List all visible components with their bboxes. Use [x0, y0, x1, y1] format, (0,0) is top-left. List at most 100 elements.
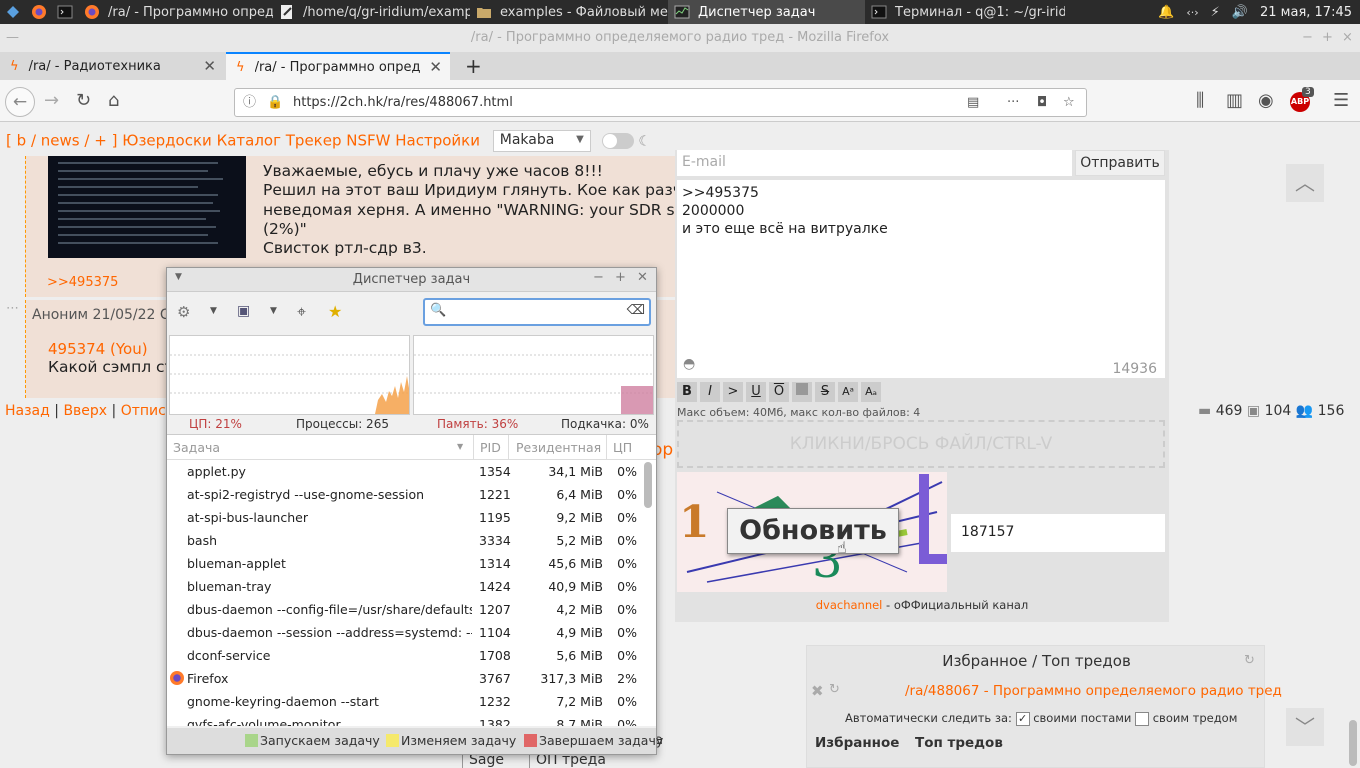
close-tab-icon[interactable]: ✕	[429, 58, 442, 76]
notification-icon[interactable]: 🔔	[1158, 5, 1174, 20]
col-pid[interactable]: PID	[480, 440, 501, 455]
underline-button[interactable]: U	[746, 382, 766, 402]
table-row[interactable]: blueman-tray 1424 40,9 MiB 0%	[167, 575, 640, 598]
table-row[interactable]: dbus-daemon --session --address=systemd:…	[167, 621, 640, 644]
chevron-down-icon[interactable]: ▼	[270, 306, 277, 316]
table-row[interactable]: dconf-service 1708 5,6 MiB 0%	[167, 644, 640, 667]
window-menu-icon[interactable]: —	[6, 24, 19, 52]
table-row[interactable]: at-spi-bus-launcher 1195 9,2 MiB 0%	[167, 506, 640, 529]
info-icon[interactable]: ⓘ	[243, 89, 256, 116]
panel-task-filemanager[interactable]: examples - Файловый мен...	[470, 0, 668, 24]
post-number-link[interactable]: 495374 (You)	[48, 340, 148, 358]
panel-task-terminal[interactable]: Терминал - q@1: ~/gr-iridium	[865, 0, 1065, 24]
clear-search-icon[interactable]: ⌫	[627, 303, 645, 318]
quote-button[interactable]: >	[723, 382, 743, 402]
reply-link-495375[interactable]: >>495375	[47, 275, 118, 290]
sticker-icon[interactable]: ◓	[683, 355, 695, 373]
tm-close-button[interactable]: ✕	[637, 270, 648, 285]
sidebar-icon[interactable]: ▥	[1226, 90, 1243, 111]
bold-button[interactable]: B	[677, 382, 697, 402]
own-posts-checkbox[interactable]: ✓	[1015, 711, 1030, 726]
star-icon[interactable]: ★	[328, 302, 342, 321]
power-icon[interactable]: ⚡	[1211, 5, 1220, 20]
back-link[interactable]: Назад	[5, 403, 50, 419]
panel-task-firefox[interactable]: /ra/ - Программно определ...	[78, 0, 273, 24]
page-actions-icon[interactable]: ···	[1007, 89, 1019, 116]
clock[interactable]: 21 мая, 17:45	[1260, 5, 1352, 20]
own-thread-checkbox[interactable]	[1135, 711, 1150, 726]
crosshair-icon[interactable]: ⌖	[297, 302, 306, 322]
message-textarea[interactable]: >>495375 2000000 и это еще всё на витруа…	[677, 180, 1165, 378]
tab-favorites[interactable]: Избранное	[815, 735, 899, 751]
nav-link-news[interactable]: news	[41, 132, 80, 150]
col-rss[interactable]: Резидентная	[516, 440, 601, 455]
reload-icon[interactable]: ↻	[829, 682, 840, 697]
up-link[interactable]: Вверх	[63, 403, 107, 419]
panel-task-taskmanager[interactable]: Диспетчер задач	[668, 0, 865, 24]
email-field[interactable]: E-mail	[677, 150, 1072, 176]
menu-icon[interactable]: ☰	[1333, 90, 1349, 111]
page-scrollbar[interactable]	[1349, 720, 1357, 766]
nav-link-userboards[interactable]: Юзердоски	[122, 132, 212, 150]
italic-button[interactable]: I	[700, 382, 720, 402]
table-row[interactable]: applet.py 1354 34,1 MiB 0%	[167, 460, 640, 483]
scroll-up-button[interactable]: ︿	[1286, 164, 1324, 202]
firefox-launcher-icon[interactable]	[26, 0, 52, 24]
tm-search-input[interactable]: 🔍 ⌫	[423, 298, 651, 326]
col-cpu[interactable]: ЦП	[613, 440, 632, 455]
whisker-menu-icon[interactable]	[0, 0, 26, 24]
col-task[interactable]: Задача	[173, 440, 220, 455]
file-drop-zone[interactable]: КЛИКНИ/БРОСЬ ФАЙЛ/CTRL-V	[677, 420, 1165, 468]
panel-task-editor[interactable]: /home/q/gr-iridium/exampl...	[273, 0, 470, 24]
table-row[interactable]: dbus-daemon --config-file=/usr/share/def…	[167, 598, 640, 621]
post-menu-icon[interactable]: ⋯	[6, 301, 19, 316]
tab-sdr-thread[interactable]: ϟ /ra/ - Программно определя ✕	[226, 52, 450, 80]
nav-link-nsfw[interactable]: NSFW	[346, 132, 390, 150]
table-row[interactable]: gnome-keyring-daemon --start 1232 7,2 MiB 0…	[167, 690, 640, 713]
table-scrollbar[interactable]	[644, 462, 652, 508]
new-tab-button[interactable]: +	[455, 52, 492, 80]
table-row[interactable]: at-spi2-registryd --use-gnome-session 122…	[167, 483, 640, 506]
subscript-button[interactable]: Aₐ	[861, 382, 881, 402]
nav-link-tracker[interactable]: Трекер	[286, 132, 342, 150]
nav-link-settings[interactable]: Настройки	[395, 132, 480, 150]
strike-button[interactable]: S	[815, 382, 835, 402]
volume-icon[interactable]: 🔊	[1232, 5, 1248, 20]
maximize-button[interactable]: +	[1322, 24, 1333, 52]
account-icon[interactable]: ◉	[1258, 90, 1274, 111]
post-image-thumbnail[interactable]	[48, 156, 246, 258]
home-button[interactable]: ⌂	[108, 90, 119, 111]
nav-link-plus[interactable]: +	[94, 132, 107, 150]
favorite-thread-link[interactable]: /ra/488067 - Программно определяемого ра…	[905, 683, 1282, 699]
chevron-down-icon[interactable]: ▼	[210, 306, 217, 316]
reader-view-icon[interactable]: ▤	[967, 89, 979, 116]
forward-button[interactable]: →	[44, 90, 59, 111]
settings-icon[interactable]: ⚙	[177, 303, 190, 321]
table-row[interactable]: gvfs-afc-volume-monitor 1382 8,7 MiB 0%	[167, 713, 640, 726]
close-window-button[interactable]: ×	[1342, 24, 1353, 52]
nav-link-b[interactable]: b	[17, 132, 27, 150]
spoiler-button[interactable]	[792, 382, 812, 402]
overline-button[interactable]: O	[769, 382, 789, 402]
reload-button[interactable]: ↻	[76, 90, 91, 111]
send-button[interactable]: Отправить	[1075, 150, 1165, 176]
pocket-icon[interactable]: ◘	[1037, 89, 1047, 116]
close-tab-icon[interactable]: ✕	[203, 57, 216, 75]
dark-mode-toggle[interactable]	[601, 133, 634, 149]
remove-icon[interactable]: ✖	[811, 682, 824, 700]
bookmark-star-icon[interactable]: ☆	[1063, 89, 1075, 116]
refresh-icon[interactable]: ↻	[1244, 653, 1255, 668]
terminal-launcher-icon[interactable]	[52, 0, 78, 24]
view-icon[interactable]: ▣	[237, 303, 250, 319]
superscript-button[interactable]: Aᵃ	[838, 382, 858, 402]
url-bar[interactable]: ⓘ 🔒 https://2ch.hk/ra/res/488067.html ▤ …	[234, 88, 1087, 117]
table-row[interactable]: bash 3334 5,2 MiB 0%	[167, 529, 640, 552]
scroll-down-button[interactable]: ﹀	[1286, 708, 1324, 746]
tab-top-threads[interactable]: Топ тредов	[915, 735, 1003, 751]
tm-maximize-button[interactable]: +	[615, 270, 626, 285]
network-icon[interactable]: ‹·›	[1186, 6, 1198, 19]
back-button[interactable]: ←	[5, 87, 35, 117]
nav-link-catalog[interactable]: Каталог	[217, 132, 281, 150]
tm-minimize-button[interactable]: −	[593, 270, 604, 285]
tab-radiotech[interactable]: ϟ /ra/ - Радиотехника ✕	[0, 52, 224, 80]
